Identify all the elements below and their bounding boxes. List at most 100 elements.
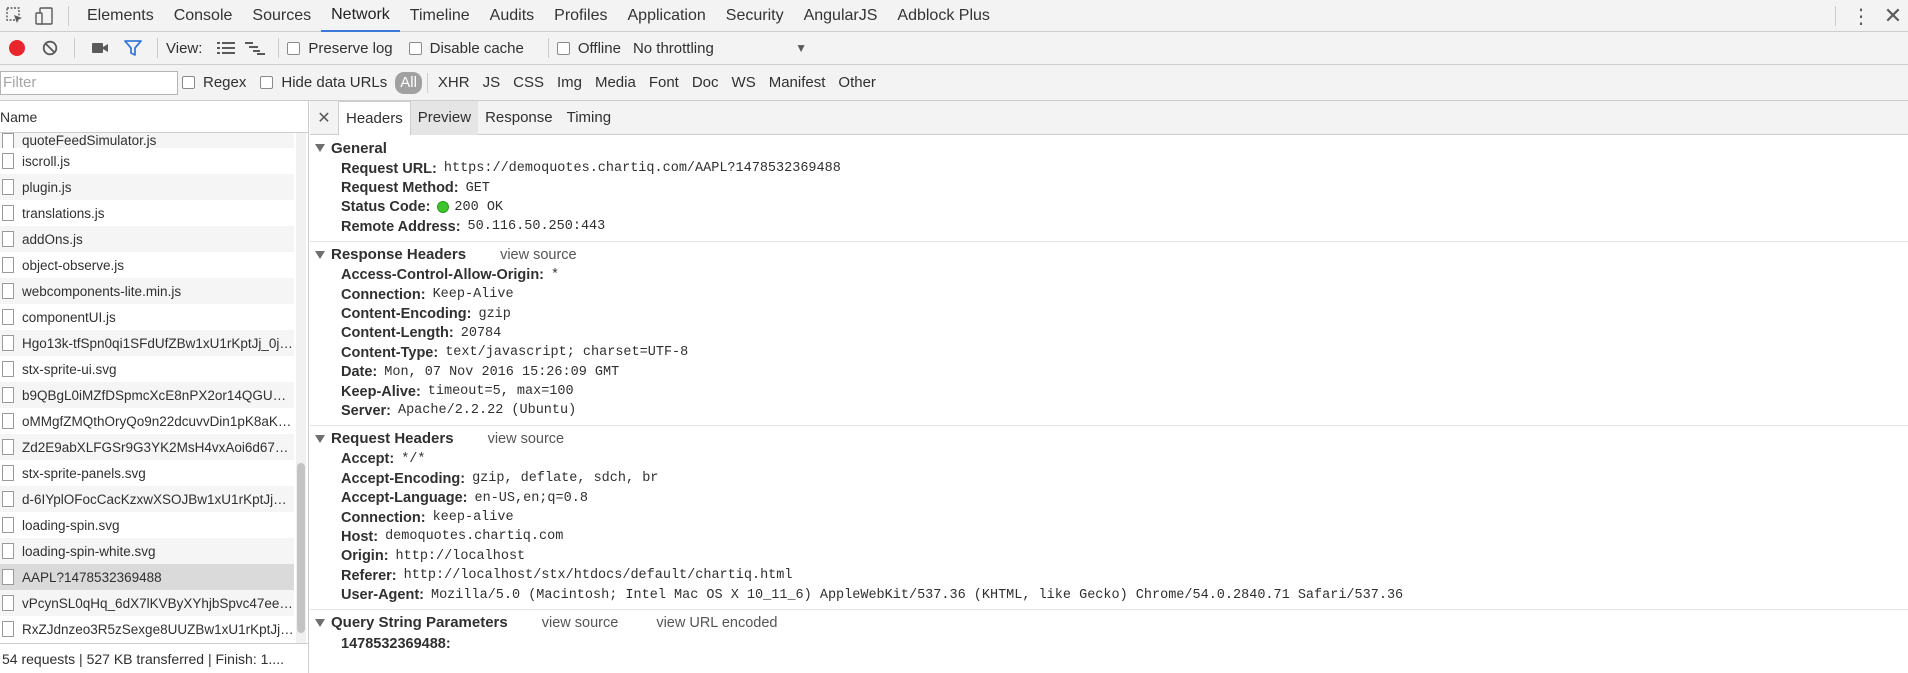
detail-tab-headers[interactable]: Headers (338, 101, 411, 135)
tab-profiles[interactable]: Profiles (544, 0, 617, 32)
video-camera-icon (91, 43, 108, 53)
disable-cache-checkbox[interactable]: Disable cache (408, 40, 524, 57)
file-icon (2, 179, 14, 195)
close-devtools-icon[interactable]: ✕ (1878, 0, 1908, 32)
close-details-icon[interactable]: ✕ (310, 101, 338, 135)
view-url-encoded-link[interactable]: view URL encoded (656, 615, 777, 631)
request-row[interactable]: translations.js (0, 200, 294, 226)
request-name: translations.js (22, 205, 105, 221)
tab-angularjs[interactable]: AngularJS (794, 0, 888, 32)
detail-tab-timing[interactable]: Timing (560, 101, 618, 135)
filter-toggle-button[interactable] (116, 32, 149, 64)
request-row[interactable]: d-6IYplOFocCacKzxwXSOJBw1xU1rKptJj_0ja..… (0, 486, 294, 512)
request-row[interactable]: iscroll.js (0, 148, 294, 174)
collapse-triangle-icon (315, 250, 325, 259)
request-name: stx-sprite-ui.svg (22, 361, 117, 377)
request-headers-toggle[interactable]: Request Headers view source (310, 428, 1908, 450)
header-row: Host: demoquotes.chartiq.com (310, 527, 1908, 546)
header-row: Content-Type: text/javascript; charset=UT… (310, 343, 1908, 362)
request-row[interactable]: loading-spin.svg (0, 512, 294, 538)
request-row[interactable]: vPcynSL0qHq_6dX7lKVByXYhjbSpvc47ee6x... (0, 590, 294, 616)
header-row: Keep-Alive: timeout=5, max=100 (310, 382, 1908, 401)
detail-tab-preview[interactable]: Preview (410, 101, 479, 135)
dropdown-arrow-icon: ▼ (795, 41, 807, 55)
tab-audits[interactable]: Audits (480, 0, 544, 32)
request-row[interactable]: RxZJdnzeo3R5zSexge8UUZBw1xU1rKptJj_0j... (0, 616, 294, 642)
response-headers-toggle[interactable]: Response Headers view source (310, 244, 1908, 266)
header-name: Accept-Language: (341, 490, 468, 507)
type-filter-doc[interactable]: Doc (686, 72, 725, 94)
file-icon (2, 595, 14, 611)
type-filter-ws[interactable]: WS (726, 72, 762, 94)
type-filter-media[interactable]: Media (589, 72, 642, 94)
header-name: Server: (341, 402, 391, 419)
scroll-thumb[interactable] (297, 463, 305, 633)
request-row[interactable]: addOns.js (0, 226, 294, 252)
overview-button[interactable] (240, 32, 270, 64)
request-row[interactable]: stx-sprite-panels.svg (0, 460, 294, 486)
detail-tab-response[interactable]: Response (478, 101, 560, 135)
tab-application[interactable]: Application (618, 0, 716, 32)
file-icon (2, 231, 14, 247)
capture-screenshots-button[interactable] (83, 32, 116, 64)
request-row[interactable]: loading-spin-white.svg (0, 538, 294, 564)
header-value: Mozilla/5.0 (Macintosh; Intel Mac OS X 1… (430, 587, 1404, 603)
tab-adblock-plus[interactable]: Adblock Plus (887, 0, 1000, 32)
tab-sources[interactable]: Sources (242, 0, 321, 32)
record-button[interactable] (0, 32, 33, 64)
collapse-triangle-icon (315, 144, 325, 152)
type-filter-other[interactable]: Other (832, 72, 882, 94)
header-name: Keep-Alive: (341, 383, 421, 400)
regex-checkbox[interactable]: Regex (182, 74, 246, 91)
name-column-header[interactable]: Name (0, 101, 308, 133)
request-row[interactable]: object-observe.js (0, 252, 294, 278)
clear-button[interactable] (33, 32, 66, 64)
type-filter-manifest[interactable]: Manifest (763, 72, 832, 94)
tab-elements[interactable]: Elements (77, 0, 164, 32)
tab-timeline[interactable]: Timeline (400, 0, 480, 32)
inspect-element-icon[interactable] (0, 0, 30, 32)
request-row[interactable]: stx-sprite-ui.svg (0, 356, 294, 382)
request-row[interactable]: quoteFeedSimulator.js (0, 133, 294, 148)
header-name: Connection: (341, 509, 426, 526)
filter-input[interactable]: Filter (0, 70, 178, 95)
type-filter-css[interactable]: CSS (507, 72, 550, 94)
header-value: 20784 (460, 325, 502, 341)
tab-network[interactable]: Network (321, 0, 400, 32)
request-row[interactable]: plugin.js (0, 174, 294, 200)
tab-console[interactable]: Console (164, 0, 243, 32)
device-toolbar-icon[interactable] (30, 0, 60, 32)
type-filter-font[interactable]: Font (643, 72, 685, 94)
request-row[interactable]: Zd2E9abXLFGSr9G3YK2MsH4vxAoi6d67T_... (0, 434, 294, 460)
request-row[interactable]: Hgo13k-tfSpn0qi1SFdUfZBw1xU1rKptJj_0jan.… (0, 330, 294, 356)
header-name: Request Method: (341, 180, 459, 197)
general-section-toggle[interactable]: General (310, 137, 1908, 159)
request-row[interactable]: componentUI.js (0, 304, 294, 330)
more-options-icon[interactable]: ⋮ (1844, 0, 1878, 32)
large-rows-button[interactable] (212, 32, 240, 64)
request-list-scrollbar[interactable] (296, 133, 306, 643)
header-row: User-Agent: Mozilla/5.0 (Macintosh; Intel… (310, 585, 1908, 604)
type-filter-all[interactable]: All (395, 71, 422, 94)
list-view-icon (217, 42, 236, 54)
request-row[interactable]: webcomponents-lite.min.js (0, 278, 294, 304)
type-filter-js[interactable]: JS (477, 72, 507, 94)
type-filter-xhr[interactable]: XHR (432, 72, 476, 94)
tab-security[interactable]: Security (716, 0, 794, 32)
offline-checkbox[interactable]: Offline (556, 40, 621, 57)
request-row[interactable]: b9QBgL0iMZfDSpmcXcE8nPX2or14QGUHg... (0, 382, 294, 408)
throttling-select[interactable]: No throttling ▼ (633, 40, 811, 57)
preserve-log-checkbox[interactable]: Preserve log (287, 40, 393, 57)
request-view-source-link[interactable]: view source (488, 431, 565, 447)
network-toolbar: View: Preserve log Disable cache Offline… (0, 32, 1908, 65)
query-view-source-link[interactable]: view source (542, 615, 619, 631)
header-value: Apache/2.2.22 (Ubuntu) (397, 403, 577, 419)
request-row[interactable]: AAPL?1478532369488 (0, 564, 294, 590)
header-row: Access-Control-Allow-Origin: * (310, 266, 1908, 285)
query-params-toggle[interactable]: Query String Parameters view source view U… (310, 612, 1908, 634)
hide-data-urls-checkbox[interactable]: Hide data URLs (260, 74, 387, 91)
header-name: Accept-Encoding: (341, 470, 466, 487)
type-filter-img[interactable]: Img (551, 72, 588, 94)
request-row[interactable]: oMMgfZMQthOryQo9n22dcuvvDin1pK8aKte... (0, 408, 294, 434)
response-view-source-link[interactable]: view source (500, 247, 577, 263)
